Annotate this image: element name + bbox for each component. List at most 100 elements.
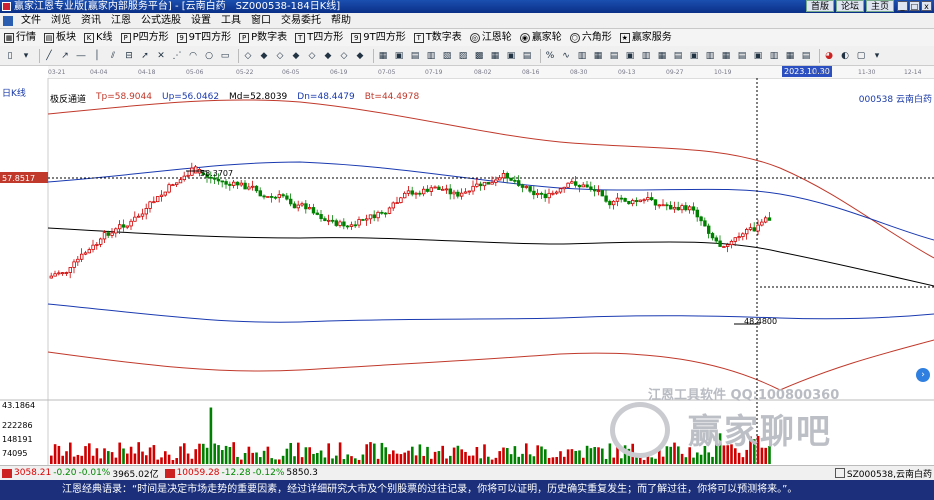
menu-file[interactable]: 文件 xyxy=(16,14,46,28)
box-tool-icon[interactable]: ▦ xyxy=(489,50,501,62)
tool-icon[interactable]: ▤ xyxy=(736,50,748,62)
candle-body xyxy=(414,192,418,195)
box-tool-icon[interactable]: ▤ xyxy=(521,50,533,62)
volume-bar xyxy=(665,446,669,464)
vline-icon[interactable]: │ xyxy=(91,50,103,62)
app-icon[interactable] xyxy=(2,2,11,11)
menu-tools[interactable]: 工具 xyxy=(216,14,246,28)
candle-body xyxy=(224,181,228,185)
menu-browse[interactable]: 浏览 xyxy=(46,14,76,28)
circle-icon[interactable]: ○ xyxy=(203,50,215,62)
cursor-icon[interactable]: ▯ xyxy=(4,50,16,62)
time-tick: 04-18 xyxy=(138,69,156,76)
menu-info[interactable]: 资讯 xyxy=(76,14,106,28)
menu-gann[interactable]: 江恩 xyxy=(106,14,136,28)
palette-icon[interactable]: ▢ xyxy=(855,50,867,62)
tb-p-table[interactable]: P P数字表 xyxy=(235,30,291,46)
tool-icon[interactable]: ▥ xyxy=(704,50,716,62)
sh-index[interactable]: 3058.21 -0.20 -0.01% 3965.02亿 xyxy=(0,467,159,480)
diamond-icon[interactable]: ◇ xyxy=(306,50,318,62)
scroll-right-button[interactable]: › xyxy=(916,368,930,382)
tool-icon[interactable]: ▥ xyxy=(640,50,652,62)
close-button[interactable]: x xyxy=(921,1,932,11)
box-tool-icon[interactable]: ▧ xyxy=(441,50,453,62)
menu-app-icon[interactable] xyxy=(3,15,13,26)
menu-formula[interactable]: 公式选股 xyxy=(136,14,186,28)
menu-settings[interactable]: 设置 xyxy=(186,14,216,28)
maximize-button[interactable]: □ xyxy=(909,1,920,11)
volume-bar xyxy=(346,454,349,464)
candle-body xyxy=(159,194,164,197)
tool-icon[interactable]: ▣ xyxy=(752,50,764,62)
hline-icon[interactable]: ― xyxy=(75,50,87,62)
diamond-icon[interactable]: ◆ xyxy=(290,50,302,62)
diamond-icon[interactable]: ◇ xyxy=(338,50,350,62)
cross-icon[interactable]: ✕ xyxy=(155,50,167,62)
diamond-icon[interactable]: ◇ xyxy=(242,50,254,62)
arc-icon[interactable]: ◠ xyxy=(187,50,199,62)
home-button[interactable]: 首版 xyxy=(805,0,834,12)
tool-icon[interactable]: ▣ xyxy=(688,50,700,62)
tb-9t-square-2[interactable]: 9 9T四方形 xyxy=(347,30,409,46)
box-tool-icon[interactable]: ▣ xyxy=(393,50,405,62)
percent-icon[interactable]: % xyxy=(544,50,556,62)
menu-help[interactable]: 帮助 xyxy=(326,14,356,28)
tool-icon[interactable]: ▦ xyxy=(656,50,668,62)
parallel-icon[interactable]: ⫽ xyxy=(107,50,119,62)
tool-icon[interactable]: ▣ xyxy=(624,50,636,62)
channel-icon[interactable]: ⊟ xyxy=(123,50,135,62)
box-tool-icon[interactable]: ▩ xyxy=(473,50,485,62)
tool-icon[interactable]: ▤ xyxy=(800,50,812,62)
box-tool-icon[interactable]: ▨ xyxy=(457,50,469,62)
homepage-button[interactable]: 主页 xyxy=(865,0,894,12)
kline-chart[interactable]: 57.8517 58.3707 48.4800 43.1864 222286 148191… xyxy=(0,78,934,465)
candle-body xyxy=(178,179,183,184)
tool-icon[interactable]: ▥ xyxy=(768,50,780,62)
box-tool-icon[interactable]: ▣ xyxy=(505,50,517,62)
grid-tool-icon[interactable]: ▦ xyxy=(377,50,389,62)
menu-trade[interactable]: 交易委托 xyxy=(276,14,326,28)
diamond-icon[interactable]: ◇ xyxy=(274,50,286,62)
tb-hexagon[interactable]: ⬡ 六角形 xyxy=(566,30,616,46)
volume-bar xyxy=(498,451,501,464)
tb-kline[interactable]: K K线 xyxy=(80,30,117,46)
dropdown-icon[interactable]: ▾ xyxy=(20,50,32,62)
tb-win-wheel[interactable]: ◉ 赢家轮 xyxy=(516,30,566,46)
color-icon[interactable]: ◐ xyxy=(839,50,851,62)
box-tool-icon[interactable]: ▥ xyxy=(425,50,437,62)
diamond-icon[interactable]: ◆ xyxy=(322,50,334,62)
status-stock[interactable]: SZ000538,云南白药 xyxy=(834,467,932,480)
time-tick: 05-06 xyxy=(186,69,204,76)
menu-window[interactable]: 窗口 xyxy=(246,14,276,28)
line-icon[interactable]: ╱ xyxy=(43,50,55,62)
minimize-button[interactable]: _ xyxy=(897,1,908,11)
curve-icon[interactable]: ∿ xyxy=(560,50,572,62)
box-tool-icon[interactable]: ▤ xyxy=(409,50,421,62)
tb-quotes[interactable]: ▦ 行情 xyxy=(0,30,40,46)
diamond-icon[interactable]: ◆ xyxy=(354,50,366,62)
tb-9t-square[interactable]: 9 9T四方形 xyxy=(173,30,235,46)
arrow-icon[interactable]: ➚ xyxy=(139,50,151,62)
tool-icon[interactable]: ▦ xyxy=(720,50,732,62)
tool-icon[interactable]: ▤ xyxy=(672,50,684,62)
fan-icon[interactable]: ⋰ xyxy=(171,50,183,62)
rect-icon[interactable]: ▭ xyxy=(219,50,231,62)
tb-t-table[interactable]: T T数字表 xyxy=(410,30,466,46)
sz-index[interactable]: 10059.28 -12.28 -0.12% 5850.3 xyxy=(164,468,318,478)
candle-body xyxy=(323,218,327,222)
tool-icon[interactable]: ▤ xyxy=(608,50,620,62)
tb-service[interactable]: ★ 赢家服务 xyxy=(616,30,676,46)
tool-icon[interactable]: ▦ xyxy=(592,50,604,62)
color-wheel-icon[interactable]: ◕ xyxy=(823,50,835,62)
tool-icon[interactable]: ▥ xyxy=(576,50,588,62)
more-icon[interactable]: ▾ xyxy=(871,50,883,62)
tb-sector[interactable]: ▤ 板块 xyxy=(40,30,80,46)
diamond-icon[interactable]: ◆ xyxy=(258,50,270,62)
tb-t-square[interactable]: T T四方形 xyxy=(291,30,347,46)
candle-body xyxy=(741,233,745,237)
ray-icon[interactable]: ↗ xyxy=(59,50,71,62)
forum-button[interactable]: 论坛 xyxy=(835,0,864,12)
tb-gann-wheel[interactable]: ◎ 江恩轮 xyxy=(466,30,516,46)
tb-p-square[interactable]: P P四方形 xyxy=(117,30,173,46)
tool-icon[interactable]: ▦ xyxy=(784,50,796,62)
